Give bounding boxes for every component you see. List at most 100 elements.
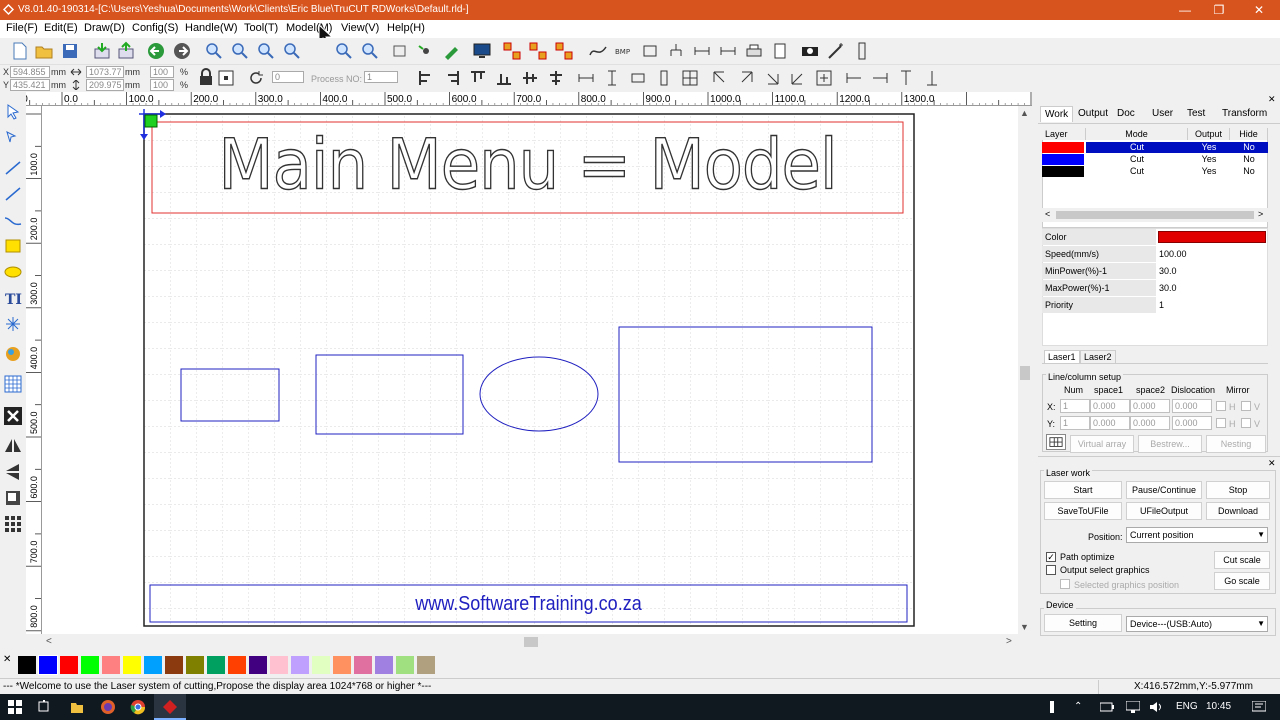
device-setting-button[interactable]: Setting — [1044, 614, 1122, 632]
delete-tool-icon[interactable] — [3, 406, 23, 426]
palette-swatch[interactable] — [60, 656, 78, 674]
notification-icon[interactable] — [1252, 701, 1266, 713]
palette-close-icon[interactable]: ✕ — [3, 654, 11, 665]
download-button[interactable]: Download — [1206, 502, 1270, 520]
combine-icon[interactable] — [528, 41, 548, 61]
palette-swatch[interactable] — [354, 656, 372, 674]
go-scale-button[interactable]: Go scale — [1214, 572, 1270, 590]
layer-hscrollbar[interactable]: < > — [1042, 208, 1268, 222]
array-x-space2[interactable]: 0.000 — [1130, 399, 1170, 413]
array-y-num[interactable]: 1 — [1060, 416, 1090, 430]
vertical-scrollbar[interactable]: ▲ ▼ — [1018, 106, 1032, 634]
palette-swatch[interactable] — [291, 656, 309, 674]
magic-wand-icon[interactable] — [826, 41, 846, 61]
vertical-scroll-thumb[interactable] — [1020, 366, 1030, 380]
array-y-space1[interactable]: 0.000 — [1090, 416, 1130, 430]
redo-icon[interactable] — [172, 41, 192, 61]
align-hcenter-icon[interactable] — [546, 68, 566, 88]
scroll-up-icon[interactable]: ▲ — [1020, 108, 1029, 118]
align-icon[interactable] — [718, 41, 738, 61]
new-file-icon[interactable] — [10, 41, 30, 61]
rectangle-tool-icon[interactable] — [3, 236, 23, 256]
canvas-heading-text[interactable]: Main Menu = Model — [152, 123, 903, 209]
minimize-button[interactable]: — — [1166, 0, 1204, 20]
zoom-select-icon[interactable] — [360, 41, 380, 61]
layer-mode[interactable]: Cut — [1086, 154, 1188, 165]
zoom-out-icon[interactable] — [256, 41, 276, 61]
battery-icon[interactable] — [1100, 701, 1114, 713]
pause-continue-button[interactable]: Pause/Continue — [1126, 481, 1202, 499]
scroll-left-icon[interactable]: < — [46, 636, 52, 647]
bestrew-button[interactable]: Bestrew... — [1138, 435, 1202, 453]
windows-start-icon[interactable] — [8, 700, 22, 714]
node-select-icon[interactable] — [3, 128, 23, 148]
canvas-footer-text[interactable]: www.SoftwareTraining.co.za — [188, 590, 869, 618]
select-arrow-icon[interactable] — [3, 102, 23, 122]
layer-hide[interactable]: No — [1230, 166, 1268, 177]
tab-test[interactable]: Test — [1183, 106, 1209, 121]
tab-laser2[interactable]: Laser2 — [1080, 350, 1116, 364]
mirror-x-h-checkbox[interactable] — [1216, 401, 1226, 411]
open-folder-icon[interactable] — [34, 41, 54, 61]
monitor-icon[interactable] — [472, 41, 492, 61]
language-indicator[interactable]: ENG — [1176, 701, 1198, 712]
array-grid-icon[interactable] — [3, 514, 23, 534]
tab-doc[interactable]: Doc — [1113, 106, 1139, 121]
menu-file[interactable]: File(F) — [6, 22, 38, 34]
curve-smooth-icon[interactable] — [588, 41, 608, 61]
array-x-space1[interactable]: 0.000 — [1090, 399, 1130, 413]
array-x-dislocation[interactable]: 0.000 — [1172, 399, 1212, 413]
undo-icon[interactable] — [146, 41, 166, 61]
start-button[interactable]: Start — [1044, 481, 1122, 499]
prop-maxpower-value[interactable]: 30.0 — [1156, 280, 1266, 296]
palette-swatch[interactable] — [186, 656, 204, 674]
palette-swatch[interactable] — [102, 656, 120, 674]
scale-y-field[interactable]: 100 — [150, 79, 174, 91]
document-icon[interactable] — [770, 41, 790, 61]
output-select-checkbox[interactable] — [1046, 565, 1056, 575]
align-right-icon[interactable] — [442, 68, 462, 88]
point-tool-icon[interactable] — [3, 314, 23, 334]
zoom-fit-icon[interactable] — [282, 41, 302, 61]
task-view-icon[interactable] — [38, 700, 52, 714]
camera-icon[interactable] — [800, 41, 820, 61]
device-select[interactable]: Device---(USB:Auto) ▼ — [1126, 616, 1268, 632]
tree-icon[interactable] — [666, 41, 686, 61]
same-size-icon[interactable] — [628, 68, 648, 88]
zoom-in-icon[interactable] — [204, 41, 224, 61]
x-position-field[interactable]: 594.855 — [10, 66, 50, 78]
scroll-down-icon[interactable]: ▼ — [1020, 622, 1029, 632]
palette-swatch[interactable] — [333, 656, 351, 674]
print-icon[interactable] — [744, 41, 764, 61]
position-select[interactable]: Current position ▼ — [1126, 527, 1268, 543]
layer-scroll-thumb[interactable] — [1056, 211, 1254, 219]
width-field[interactable]: 1073.77 — [86, 66, 124, 78]
palette-swatch[interactable] — [123, 656, 141, 674]
palette-swatch[interactable] — [375, 656, 393, 674]
export-icon[interactable] — [116, 41, 136, 61]
palette-swatch[interactable] — [312, 656, 330, 674]
menu-help[interactable]: Help(H) — [387, 22, 425, 34]
align-top-icon[interactable] — [468, 68, 488, 88]
grid-align-icon[interactable] — [680, 68, 700, 88]
path-optimize-checkbox[interactable]: ✓ — [1046, 552, 1056, 562]
align-left-icon[interactable] — [416, 68, 436, 88]
mirror-x-v-checkbox[interactable] — [1241, 401, 1251, 411]
scale-x-field[interactable]: 100 — [150, 66, 174, 78]
close-button[interactable]: ✕ — [1240, 0, 1278, 20]
save-icon[interactable] — [60, 41, 80, 61]
scroll-left-icon[interactable]: < — [1045, 209, 1050, 219]
volume-icon[interactable] — [1150, 701, 1164, 713]
menu-view[interactable]: View(V) — [341, 22, 379, 34]
palette-swatch[interactable] — [228, 656, 246, 674]
virtual-array-button[interactable]: Virtual array — [1070, 435, 1134, 453]
move-center-icon[interactable] — [814, 68, 834, 88]
line-tool-icon[interactable] — [3, 158, 23, 178]
layer-hide[interactable]: No — [1230, 142, 1268, 153]
maximize-button[interactable]: ❐ — [1200, 0, 1238, 20]
tab-output[interactable]: Output — [1074, 106, 1112, 121]
prop-color-value[interactable] — [1156, 229, 1266, 245]
palette-swatch[interactable] — [417, 656, 435, 674]
node-edit-icon[interactable] — [416, 41, 436, 61]
array-y-space2[interactable]: 0.000 — [1130, 416, 1170, 430]
